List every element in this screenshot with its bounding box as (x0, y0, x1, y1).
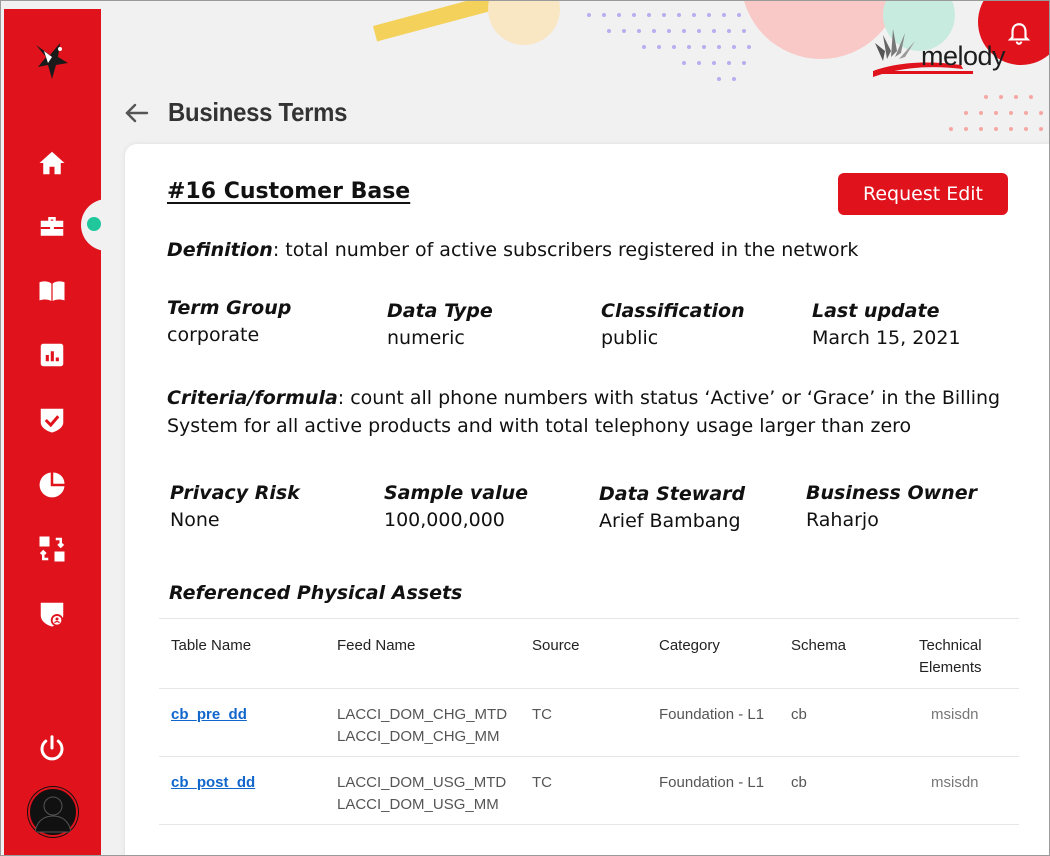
field-label: Business Owner (806, 482, 977, 504)
feed-name: LACCI_DOM_CHG_MM (337, 728, 500, 745)
cell-feed-name: LACCI_DOM_CHG_MTD LACCI_DOM_CHG_MM (325, 688, 520, 757)
sidebar-item-analytics[interactable] (34, 467, 70, 503)
criteria-formula: Criteria/formula: count all phone number… (167, 384, 1007, 440)
field-data-steward: Data Steward Arief Bambang (599, 483, 745, 532)
cell-schema: cb (779, 756, 907, 825)
field-value: None (170, 509, 220, 531)
referenced-assets-title: Referenced Physical Assets (169, 582, 463, 604)
column-header: Table Name (159, 618, 325, 689)
physical-assets-table: Table Name Feed Name Source Category Sch… (159, 618, 1019, 825)
shield-check-icon (40, 408, 64, 433)
user-icon (28, 787, 78, 837)
field-data-type: Data Type numeric (387, 300, 493, 349)
cell-technical-elements: msisdn (907, 688, 1019, 757)
field-sample-value: Sample value 100,000,000 (384, 482, 528, 531)
criteria-label: Criteria/formula (167, 387, 338, 409)
field-term-group: Term Group corporate (167, 297, 291, 346)
field-value: March 15, 2021 (812, 327, 961, 349)
field-value: corporate (167, 324, 260, 346)
field-label: Data Type (387, 300, 493, 322)
feed-name: LACCI_DOM_USG_MTD (337, 774, 507, 791)
field-label: Privacy Risk (170, 482, 300, 504)
term-title: #16 Customer Base (167, 179, 411, 204)
term-detail-card: #16 Customer Base Request Edit Definitio… (125, 144, 1049, 855)
feed-name: LACCI_DOM_USG_MM (337, 796, 499, 813)
field-label: Last update (812, 300, 940, 322)
cell-schema: cb (779, 688, 907, 757)
briefcase-icon (40, 217, 64, 236)
sidebar-item-reports[interactable] (34, 337, 70, 373)
field-label: Classification (601, 300, 745, 322)
book-icon (39, 281, 65, 301)
cell-category: Foundation - L1 (647, 756, 779, 825)
power-icon (40, 735, 64, 761)
sidebar-item-glossary[interactable] (34, 273, 70, 309)
shield-user-icon (40, 602, 64, 627)
cell-feed-name: LACCI_DOM_USG_MTD LACCI_DOM_USG_MM (325, 756, 520, 825)
field-last-update: Last update March 15, 2021 (812, 300, 961, 349)
sidebar-item-privacy[interactable] (34, 596, 70, 632)
field-value: public (601, 327, 659, 349)
table-name-link[interactable]: cb_post_dd (171, 774, 255, 791)
page-title: Business Terms (168, 97, 348, 127)
sidebar-item-business-terms[interactable] (34, 209, 70, 245)
brand-name: melody (921, 41, 1006, 71)
table-header-row: Table Name Feed Name Source Category Sch… (159, 618, 1019, 689)
bird-logo-icon (36, 43, 68, 79)
table-name-link[interactable]: cb_pre_dd (171, 706, 247, 723)
field-label: Sample value (384, 482, 529, 504)
field-privacy-risk: Privacy Risk None (170, 482, 300, 531)
transfer-icon (39, 536, 65, 562)
field-label: Data Steward (599, 483, 746, 505)
app-window: melody Business Terms #16 Customer Base … (0, 0, 1050, 856)
cell-category: Foundation - L1 (647, 688, 779, 757)
home-icon (39, 151, 65, 175)
cell-table-name: cb_pre_dd (159, 688, 325, 757)
definition-text: : total number of active subscribers reg… (272, 239, 859, 261)
cell-table-name: cb_post_dd (159, 756, 325, 825)
column-header: Feed Name (325, 618, 520, 689)
field-value: Raharjo (806, 509, 879, 531)
column-header: Category (647, 618, 779, 689)
field-business-owner: Business Owner Raharjo (806, 482, 977, 531)
logout-button[interactable] (34, 730, 70, 766)
cell-source: TC (520, 756, 647, 825)
active-item-indicator (87, 217, 101, 231)
column-header: Technical Elements (907, 618, 1019, 689)
definition: Definition: total number of active subsc… (167, 239, 858, 261)
request-edit-button[interactable]: Request Edit (838, 173, 1008, 215)
user-avatar[interactable] (27, 786, 79, 838)
cell-technical-elements: msisdn (907, 756, 1019, 825)
field-classification: Classification public (601, 300, 745, 349)
table-row: cb_pre_dd LACCI_DOM_CHG_MTD LACCI_DOM_CHG… (159, 688, 1019, 757)
definition-label: Definition (167, 239, 273, 261)
sidebar-item-approvals[interactable] (34, 402, 70, 438)
field-value: 100,000,000 (384, 509, 505, 531)
field-label: Term Group (167, 297, 292, 319)
table-row: cb_post_dd LACCI_DOM_USG_MTD LACCI_DOM_US… (159, 756, 1019, 825)
bell-icon (1007, 23, 1031, 45)
feed-name: LACCI_DOM_CHG_MTD (337, 706, 508, 723)
field-value: numeric (387, 327, 465, 349)
sidebar-item-data-flow[interactable] (34, 531, 70, 567)
pie-chart-icon (39, 472, 65, 498)
column-header: Schema (779, 618, 907, 689)
cell-source: TC (520, 688, 647, 757)
back-arrow-icon[interactable] (123, 99, 151, 127)
sidebar-item-home[interactable] (34, 145, 70, 181)
field-value: Arief Bambang (599, 510, 741, 532)
sidebar (4, 9, 101, 855)
column-header: Source (520, 618, 647, 689)
bar-chart-icon (40, 343, 64, 367)
